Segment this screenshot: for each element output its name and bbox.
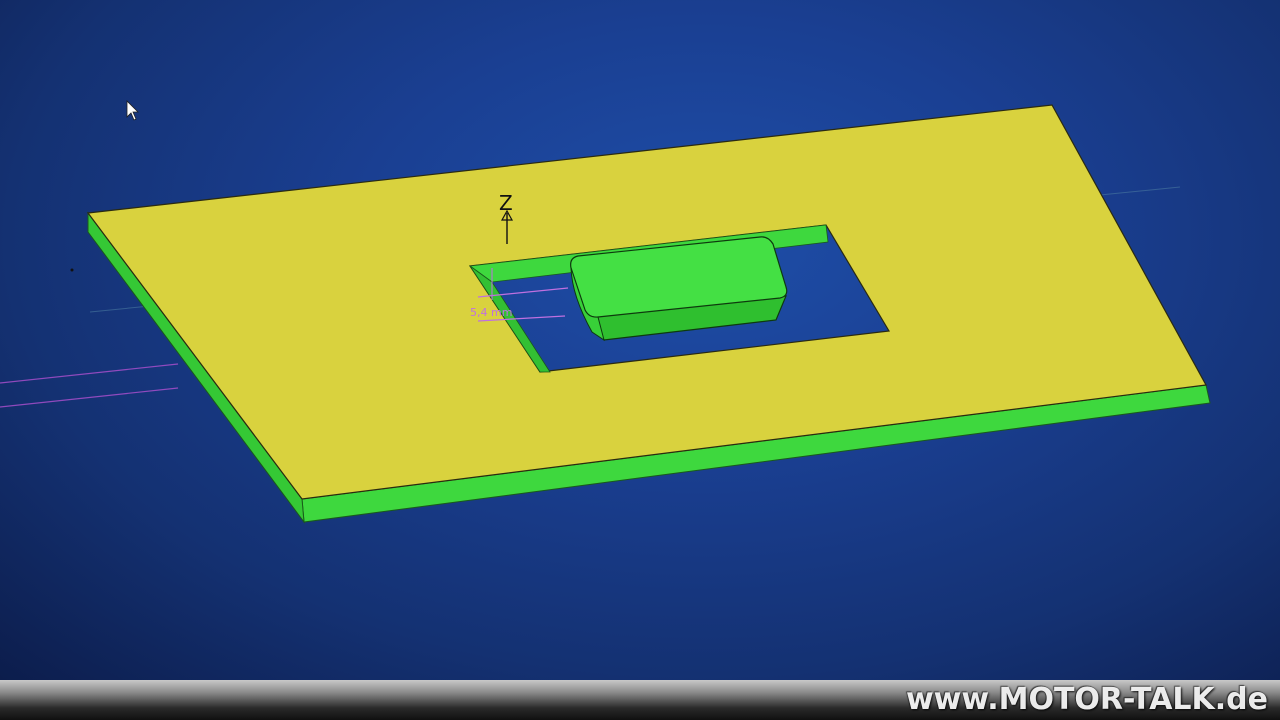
arrow-cursor-icon xyxy=(126,100,139,121)
construction-line xyxy=(89,305,151,313)
construction-line xyxy=(1099,186,1181,196)
z-axis-label: Z xyxy=(499,191,513,215)
3d-viewport[interactable]: 5,4 mm Z xyxy=(0,0,1280,680)
dimension-label: 5,4 mm xyxy=(470,306,512,319)
cad-scene[interactable]: 5,4 mm Z xyxy=(0,0,1280,680)
screen: 5,4 mm Z www.MOTOR-TALK.de xyxy=(0,0,1280,720)
surface-speck xyxy=(70,268,74,272)
construction-line xyxy=(0,387,179,408)
watermark-text: www.MOTOR-TALK.de xyxy=(905,682,1268,717)
construction-line xyxy=(0,363,179,384)
